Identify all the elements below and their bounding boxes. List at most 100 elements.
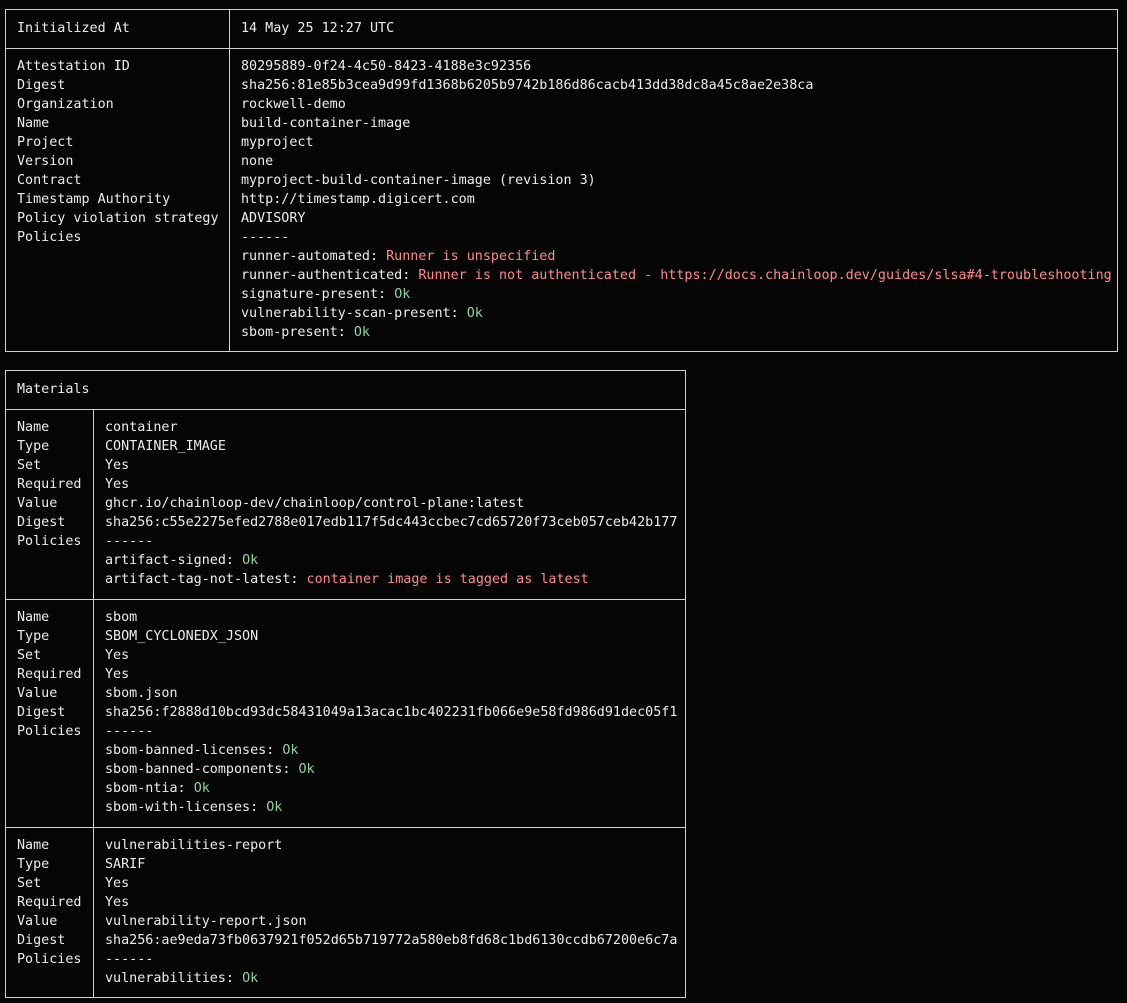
materials-table: Materials Name Type Set Required Value D… xyxy=(5,370,686,998)
material-value: sbom.json xyxy=(105,686,178,701)
policy-result-line: sbom-present: Ok xyxy=(241,323,1117,342)
material-digest: sha256:f2888d10bcd93dc58431049a13acac1bc… xyxy=(105,705,678,720)
contract-value: myproject-build-container-image (revisio… xyxy=(241,173,596,188)
material-value-label: Value xyxy=(17,914,58,929)
material-name-label: Name xyxy=(17,838,50,853)
material-type: SBOM_CYCLONEDX_JSON xyxy=(105,629,259,644)
material-required: Yes xyxy=(105,667,130,682)
material-value: vulnerability-report.json xyxy=(105,914,307,929)
policy-violation-strategy-value: ADVISORY xyxy=(241,211,306,226)
material-policies-label: Policies xyxy=(17,534,82,549)
material-required-label: Required xyxy=(17,895,82,910)
policies-label: Policies xyxy=(17,230,82,245)
policy-result: Runner is unspecified xyxy=(386,249,556,264)
policy-result: Ok xyxy=(466,306,483,321)
policies-separator: ------ xyxy=(241,230,290,245)
material-set-label: Set xyxy=(17,458,42,473)
material-required-label: Required xyxy=(17,667,82,682)
policy-name: sbom-banned-licenses: xyxy=(105,743,275,758)
material-policies-label: Policies xyxy=(17,724,82,739)
attestation-values: 80295889-0f24-4c50-8423-4188e3c92356 sha… xyxy=(229,49,1117,351)
policy-violation-strategy-label: Policy violation strategy xyxy=(17,211,219,226)
policy-name: signature-present: xyxy=(241,287,387,302)
initialized-at-value-cell: 14 May 25 12:27 UTC xyxy=(229,10,1117,48)
material-set-label: Set xyxy=(17,648,42,663)
name-value: build-container-image xyxy=(241,116,411,131)
policy-name: sbom-banned-components: xyxy=(105,762,291,777)
material-policies-label: Policies xyxy=(17,952,82,967)
material-values: container CONTAINER_IMAGE Yes Yes ghcr.i… xyxy=(93,410,685,599)
policy-name: sbom-present: xyxy=(241,325,346,340)
material-value: ghcr.io/chainloop-dev/chainloop/control-… xyxy=(105,496,525,511)
initialized-at-label-cell: Initialized At xyxy=(6,10,229,48)
policy-result: Ok xyxy=(242,553,259,568)
material-policy-line: artifact-signed: Ok xyxy=(105,551,685,570)
digest-value: sha256:81e85b3cea9d99fd1368b6205b9742b18… xyxy=(241,78,814,93)
policy-result-line: signature-present: Ok xyxy=(241,285,1117,304)
material-set: Yes xyxy=(105,876,130,891)
policy-result: Ok xyxy=(394,287,411,302)
material-name-label: Name xyxy=(17,420,50,435)
material-policy-line: sbom-ntia: Ok xyxy=(105,779,685,798)
material-policy-line: vulnerabilities: Ok xyxy=(105,969,685,988)
policy-result: Ok xyxy=(353,325,370,340)
material-set: Yes xyxy=(105,648,130,663)
material-type-label: Type xyxy=(17,857,50,872)
digest-label: Digest xyxy=(17,78,66,93)
material-required: Yes xyxy=(105,895,130,910)
material-type: CONTAINER_IMAGE xyxy=(105,439,226,454)
policy-name: sbom-with-licenses: xyxy=(105,800,259,815)
version-label: Version xyxy=(17,154,74,169)
policy-name: runner-automated: xyxy=(241,249,379,264)
material-digest-label: Digest xyxy=(17,515,66,530)
material-digest-label: Digest xyxy=(17,933,66,948)
attestation-id-value: 80295889-0f24-4c50-8423-4188e3c92356 xyxy=(241,59,532,74)
contract-label: Contract xyxy=(17,173,82,188)
policy-result-line: runner-automated: Runner is unspecified xyxy=(241,247,1117,266)
material-policies-separator: ------ xyxy=(105,952,154,967)
material-vulnerabilities-report: Name Type Set Required Value Digest Poli… xyxy=(6,827,685,997)
attestation-labels: Attestation ID Digest Organization Name … xyxy=(6,49,229,351)
material-set-label: Set xyxy=(17,876,42,891)
material-name: vulnerabilities-report xyxy=(105,838,283,853)
material-labels: Name Type Set Required Value Digest Poli… xyxy=(6,828,93,997)
material-value-label: Value xyxy=(17,686,58,701)
timestamp-authority-value: http://timestamp.digicert.com xyxy=(241,192,475,207)
material-policy-line: sbom-with-licenses: Ok xyxy=(105,798,685,817)
material-required: Yes xyxy=(105,477,130,492)
material-labels: Name Type Set Required Value Digest Poli… xyxy=(6,410,93,599)
material-policies-separator: ------ xyxy=(105,724,154,739)
material-values: sbom SBOM_CYCLONEDX_JSON Yes Yes sbom.js… xyxy=(93,600,685,827)
policy-result: Runner is not authenticated - https://do… xyxy=(418,268,1112,283)
attestation-table: Initialized At 14 May 25 12:27 UTC Attes… xyxy=(5,9,1118,352)
timestamp-authority-label: Timestamp Authority xyxy=(17,192,171,207)
policy-name: vulnerabilities: xyxy=(105,971,234,986)
material-digest: sha256:c55e2275efed2788e017edb117f5dc443… xyxy=(105,515,678,530)
policy-name: vulnerability-scan-present: xyxy=(241,306,459,321)
policy-result: container image is tagged as latest xyxy=(306,572,589,587)
initialized-at-label: Initialized At xyxy=(17,21,130,36)
policy-result-line: runner-authenticated: Runner is not auth… xyxy=(241,266,1117,285)
version-value: none xyxy=(241,154,274,169)
material-digest-label: Digest xyxy=(17,705,66,720)
material-name: container xyxy=(105,420,178,435)
name-label: Name xyxy=(17,116,50,131)
materials-title: Materials xyxy=(17,382,90,397)
material-policies-separator: ------ xyxy=(105,534,154,549)
attestation-details-row: Attestation ID Digest Organization Name … xyxy=(6,48,1117,351)
policy-result-line: vulnerability-scan-present: Ok xyxy=(241,304,1117,323)
policy-result: Ok xyxy=(193,781,210,796)
policy-result: Ok xyxy=(282,743,299,758)
policy-name: artifact-tag-not-latest: xyxy=(105,572,299,587)
material-name: sbom xyxy=(105,610,138,625)
policy-result: Ok xyxy=(242,971,259,986)
material-labels: Name Type Set Required Value Digest Poli… xyxy=(6,600,93,827)
policy-name: sbom-ntia: xyxy=(105,781,186,796)
material-policy-line: sbom-banned-components: Ok xyxy=(105,760,685,779)
attestation-id-label: Attestation ID xyxy=(17,59,130,74)
material-policy-line: sbom-banned-licenses: Ok xyxy=(105,741,685,760)
organization-label: Organization xyxy=(17,97,114,112)
material-set: Yes xyxy=(105,458,130,473)
policy-name: runner-authenticated: xyxy=(241,268,411,283)
project-value: myproject xyxy=(241,135,314,150)
